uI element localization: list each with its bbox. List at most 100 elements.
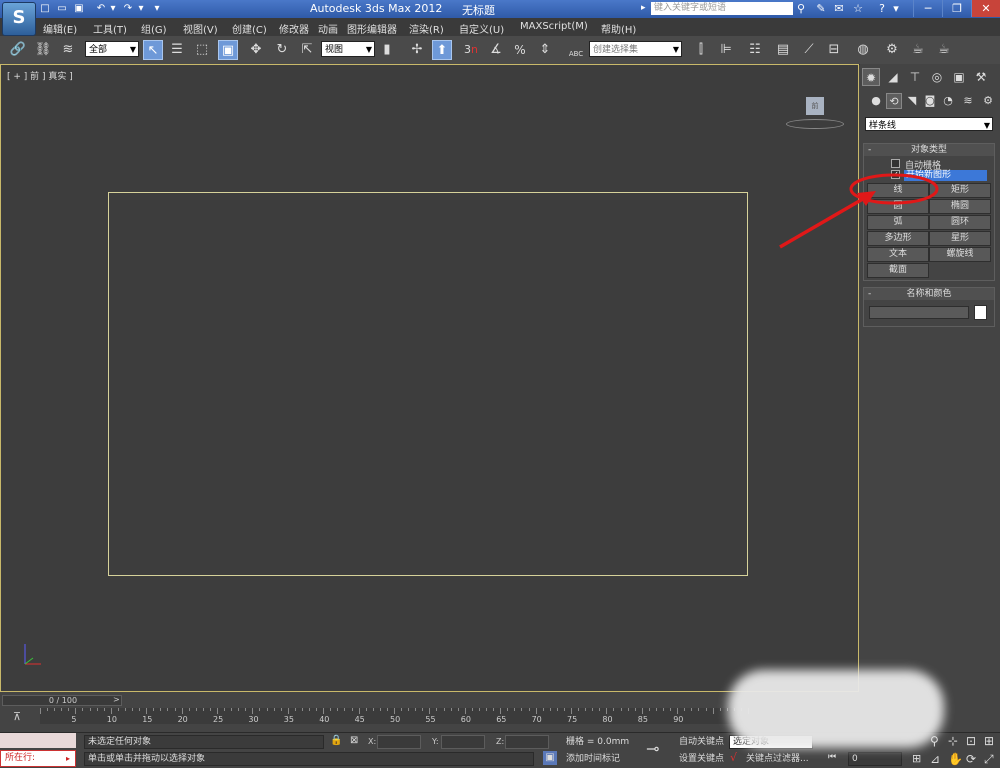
unlink-icon[interactable]: ⛓: [33, 40, 53, 60]
edit-named-selection-icon[interactable]: ABC: [566, 40, 586, 60]
space-warps-category-icon[interactable]: ≋: [960, 93, 976, 109]
layer-manager-icon[interactable]: ☷: [745, 40, 765, 60]
add-time-tag-button[interactable]: 添加时间标记: [562, 752, 636, 766]
menu-customize[interactable]: 自定义(U): [459, 21, 504, 36]
keyboard-shortcut-override-icon[interactable]: ⬆: [432, 40, 452, 60]
hierarchy-tab-icon[interactable]: ⊤: [906, 68, 924, 86]
close-icon[interactable]: ✕: [971, 0, 1000, 17]
search-expand-icon[interactable]: ▸: [641, 3, 646, 13]
object-name-input[interactable]: [869, 306, 969, 319]
star-button[interactable]: 星形: [929, 231, 991, 246]
select-and-link-icon[interactable]: 🔗: [8, 40, 28, 60]
object-color-swatch[interactable]: [974, 305, 987, 320]
maximize-viewport-icon[interactable]: ⤢: [984, 752, 994, 767]
menu-group[interactable]: 组(G): [141, 21, 167, 36]
key-filters-icon[interactable]: √: [730, 751, 737, 764]
set-key-button[interactable]: 设置关键点: [675, 752, 729, 766]
render-production-icon[interactable]: ☕: [934, 40, 954, 60]
scroll-arrow-icon[interactable]: ▸: [66, 754, 70, 763]
rendered-frame-window-icon[interactable]: ☕: [908, 40, 928, 60]
time-slider[interactable]: 0 / 100: [2, 695, 122, 706]
undo-dropdown-icon[interactable]: ▾: [106, 2, 120, 15]
rectangle-shape[interactable]: [108, 192, 748, 576]
track-bar[interactable]: 5 10 15 20 25 30 35 40 45 50 55 60 65 70 75 80 85 90: [40, 708, 749, 724]
select-and-move-icon[interactable]: ✥: [246, 40, 266, 60]
circle-button[interactable]: 圆: [867, 199, 929, 214]
start-new-shape-button[interactable]: 开始新图形: [904, 170, 987, 181]
save-file-icon[interactable]: ▣: [72, 2, 86, 15]
orbit-icon[interactable]: ⟳: [966, 752, 976, 766]
front-viewport[interactable]: [ + ] 前 ] 真实 ] 前: [0, 64, 859, 692]
menu-maxscript[interactable]: MAXScript(M): [520, 21, 588, 32]
systems-category-icon[interactable]: ⚙: [980, 93, 996, 109]
pan-view-icon[interactable]: ✋: [948, 752, 963, 766]
menu-help[interactable]: 帮助(H): [601, 21, 636, 36]
modify-tab-icon[interactable]: ◢: [884, 68, 902, 86]
key-icon[interactable]: ⊸: [646, 739, 659, 758]
geometry-category-icon[interactable]: ●: [868, 93, 884, 109]
line-button[interactable]: 线: [867, 183, 929, 198]
search-input[interactable]: 键入关键字或短语: [651, 2, 793, 15]
menu-create[interactable]: 创建(C): [232, 21, 267, 36]
viewcube-compass-ring[interactable]: [786, 119, 844, 129]
y-coord-input[interactable]: [441, 735, 485, 749]
menu-graph-editors[interactable]: 图形编辑器: [347, 21, 397, 36]
viewport-label[interactable]: [ + ] 前 ] 真实 ]: [7, 69, 73, 82]
auto-grid-checkbox[interactable]: [891, 159, 900, 168]
named-selection-dropdown[interactable]: 创建选择集 ▼: [589, 41, 682, 57]
rectangular-selection-icon[interactable]: ⬚: [192, 40, 212, 60]
redo-dropdown-icon[interactable]: ▾: [134, 2, 148, 15]
selection-lock-icon[interactable]: 🔒: [330, 735, 342, 746]
graphite-toolbar-icon[interactable]: ▤: [773, 40, 793, 60]
favorites-icon[interactable]: ☆: [850, 2, 866, 16]
menu-views[interactable]: 视图(V): [183, 21, 218, 36]
cameras-category-icon[interactable]: ◙: [922, 93, 938, 109]
utilities-tab-icon[interactable]: ⚒: [972, 68, 990, 86]
bind-space-warp-icon[interactable]: ≋: [58, 40, 78, 60]
ellipse-button[interactable]: 椭圆: [929, 199, 991, 214]
go-to-start-icon[interactable]: ⏮: [828, 752, 836, 762]
object-type-header[interactable]: - 对象类型: [864, 144, 994, 156]
select-and-scale-icon[interactable]: ⇱: [297, 40, 317, 60]
lights-category-icon[interactable]: ◥: [904, 93, 920, 109]
text-button[interactable]: 文本: [867, 247, 929, 262]
current-frame-input[interactable]: 0: [848, 752, 902, 766]
menu-animation[interactable]: 动画: [318, 21, 338, 36]
maxscript-listener[interactable]: [0, 733, 76, 748]
selection-filter-dropdown[interactable]: 全部 ▼: [85, 41, 139, 57]
open-file-icon[interactable]: ▭: [55, 2, 69, 15]
help-dropdown-icon[interactable]: ▾: [888, 2, 904, 16]
time-config-icon[interactable]: ⊞: [912, 752, 921, 765]
motion-tab-icon[interactable]: ◎: [928, 68, 946, 86]
material-editor-icon[interactable]: ◍: [853, 40, 873, 60]
zoom-extents-all-icon[interactable]: ⊞: [984, 734, 994, 748]
render-setup-icon[interactable]: ⚙: [882, 40, 902, 60]
mirror-icon[interactable]: ⫿: [691, 40, 711, 60]
x-coord-input[interactable]: [377, 735, 421, 749]
app-logo[interactable]: S: [2, 2, 36, 36]
absolute-transform-icon[interactable]: ⊠: [350, 735, 358, 746]
maxscript-status[interactable]: 所在行:: [0, 750, 76, 767]
viewcube[interactable]: 前: [806, 97, 824, 115]
snaps-toggle-icon[interactable]: 3n: [461, 40, 481, 60]
align-icon[interactable]: ⊫: [716, 40, 736, 60]
next-frame-icon[interactable]: >: [113, 695, 120, 704]
shapes-category-icon[interactable]: ⟲: [886, 93, 902, 109]
new-file-icon[interactable]: □: [38, 2, 52, 15]
rectangle-button[interactable]: 矩形: [929, 183, 991, 198]
menu-edit[interactable]: 编辑(E): [43, 21, 77, 36]
auto-key-button[interactable]: 自动关键点: [675, 735, 729, 749]
name-and-color-header[interactable]: - 名称和颜色: [864, 288, 994, 300]
select-and-rotate-icon[interactable]: ↻: [272, 40, 292, 60]
spinner-snap-icon[interactable]: ⇕: [535, 40, 555, 60]
minimize-icon[interactable]: ─: [913, 0, 942, 17]
display-tab-icon[interactable]: ▣: [950, 68, 968, 86]
select-manipulate-icon[interactable]: ✢: [407, 40, 427, 60]
z-coord-input[interactable]: [505, 735, 549, 749]
ngon-button[interactable]: 多边形: [867, 231, 929, 246]
select-by-name-icon[interactable]: ☰: [167, 40, 187, 60]
donut-button[interactable]: 圆环: [929, 215, 991, 230]
percent-snap-icon[interactable]: %: [510, 40, 530, 60]
window-crossing-icon[interactable]: ▣: [218, 40, 238, 60]
start-new-shape-checkbox[interactable]: ✓: [891, 170, 900, 179]
